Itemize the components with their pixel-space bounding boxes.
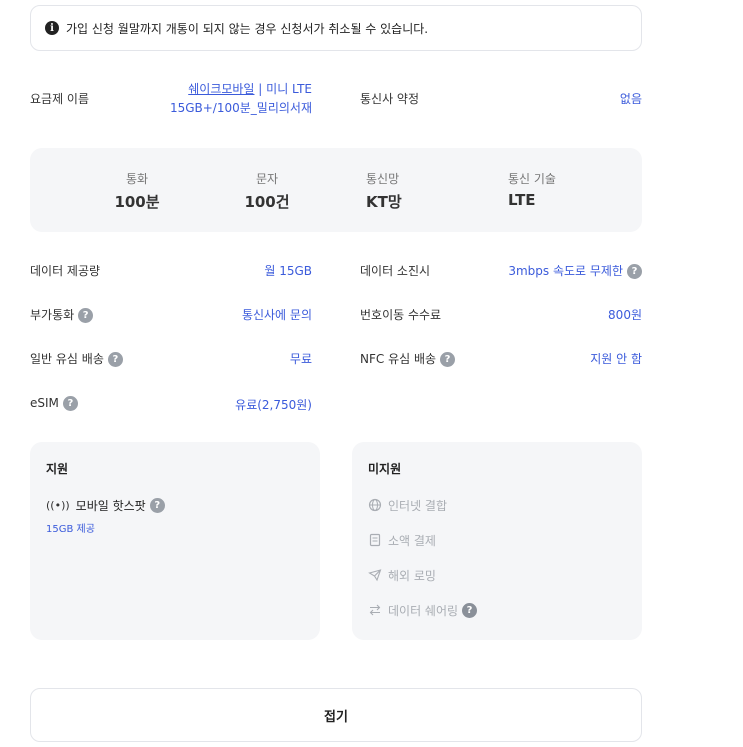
feature-hotspot: ((•)) 모바일 핫스팟 ? [46,497,304,514]
detail-row: eSIM? 유료(2,750원) [30,396,642,414]
unsupported-micropayment: 소액 결제 [368,532,626,548]
internet-combo-icon [368,498,382,512]
esim-value: 유료(2,750원) [235,398,312,412]
spec-label: 통화 [125,172,149,186]
unsupported-internet-combo: 인터넷 결합 [368,497,626,513]
contract-value: 없음 [619,92,642,106]
unsupported-title: 미지원 [368,462,402,476]
supported-title: 지원 [46,462,69,476]
feature-sub: 15GB 제공 [46,524,95,535]
fold-button[interactable]: 접기 [30,688,642,742]
extra-call-label: 부가통화? [30,306,94,323]
port-fee-value: 800원 [608,308,642,322]
nfc-delivery-value: 지원 안 함 [590,352,642,366]
esim-text: eSIM [30,396,59,410]
feature-label: 모바일 핫스팟 [75,499,146,513]
detail-row: 일반 유심 배송? 무료 NFC 유심 배송? 지원 안 함 [30,350,642,368]
unsupported-data-sharing: 데이터 쉐어링 ? [368,602,626,618]
data-amount-label: 데이터 제공량 [30,264,101,278]
notice-text: 가입 신청 월말까지 개통이 되지 않는 경우 신청서가 취소될 수 있습니다. [66,21,429,36]
spec-label: 통신망 [366,172,400,186]
hotspot-icon: ((•)) [46,499,70,512]
data-exhaust-text: 3mbps 속도로 무제한 [508,264,623,278]
data-exhaust-value: 3mbps 속도로 무제한? [508,262,642,279]
data-amount-value: 월 15GB [264,264,312,278]
extra-call-text: 부가통화 [30,308,75,322]
help-icon[interactable]: ? [440,352,456,367]
plan-row: 요금제 이름 쉐이크모바일 | 미니 LTE 15GB+/100분_밀리의서재 … [30,80,642,118]
detail-row: 부가통화? 통신사에 문의 번호이동 수수료 800원 [30,306,642,324]
unsupported-label: 인터넷 결합 [388,498,448,513]
notice-banner: i 가입 신청 월말까지 개통이 되지 않는 경우 신청서가 취소될 수 있습니… [30,5,642,51]
extra-call-value: 통신사에 문의 [241,308,312,322]
unsupported-roaming: 해외 로밍 [368,567,626,583]
help-icon[interactable]: ? [627,264,642,279]
help-icon[interactable]: ? [78,308,94,323]
spec-value: 100건 [244,193,290,211]
plan-name-line1: | 미니 LTE [254,82,312,96]
spec-value: LTE [508,191,536,209]
unsupported-label: 소액 결제 [388,533,436,548]
spec-label: 통신 기술 [508,172,556,186]
spec-value: KT망 [366,193,402,211]
usim-delivery-text: 일반 유심 배송 [30,352,104,366]
help-icon[interactable]: ? [462,602,478,618]
contract-label: 통신사 약정 [360,92,420,106]
supported-panel: 지원 ((•)) 모바일 핫스팟 ? 15GB 제공 [30,442,320,640]
micropayment-icon [368,533,382,547]
nfc-delivery-label: NFC 유심 배송? [360,350,456,367]
port-fee-label: 번호이동 수수료 [360,308,442,322]
spec-technology: 통신 기술 LTE [508,170,556,209]
spec-call: 통화 100분 [110,170,164,212]
usim-delivery-value: 무료 [289,352,312,366]
unsupported-label: 데이터 쉐어링 [388,603,459,618]
spec-network: 통신망 KT망 [366,170,402,212]
info-icon: i [45,21,59,35]
plan-provider-link[interactable]: 쉐이크모바일 [188,82,254,96]
plan-name-label: 요금제 이름 [30,92,90,106]
help-icon[interactable]: ? [62,396,78,411]
spec-summary: 통화 100분 문자 100건 통신망 KT망 통신 기술 LTE [30,148,642,232]
help-icon[interactable]: ? [149,498,165,513]
data-sharing-icon [368,603,382,617]
spec-sms: 문자 100건 [240,170,294,212]
spec-label: 문자 [255,172,279,186]
spec-value: 100분 [114,193,160,211]
roaming-icon [368,568,382,582]
esim-label: eSIM? [30,396,78,411]
nfc-delivery-text: NFC 유심 배송 [360,352,437,366]
usim-delivery-label: 일반 유심 배송? [30,350,123,367]
data-exhaust-label: 데이터 소진시 [360,264,431,278]
unsupported-panel: 미지원 인터넷 결합 소액 결제 해외 로밍 데이터 쉐어링 ? [352,442,642,640]
unsupported-label: 해외 로밍 [388,568,436,583]
detail-row: 데이터 제공량 월 15GB 데이터 소진시 3mbps 속도로 무제한? [30,262,642,280]
plan-name-line2: 15GB+/100분_밀리의서재 [169,101,312,115]
plan-name-value: 쉐이크모바일 | 미니 LTE 15GB+/100분_밀리의서재 [170,80,312,118]
help-icon[interactable]: ? [107,352,123,367]
